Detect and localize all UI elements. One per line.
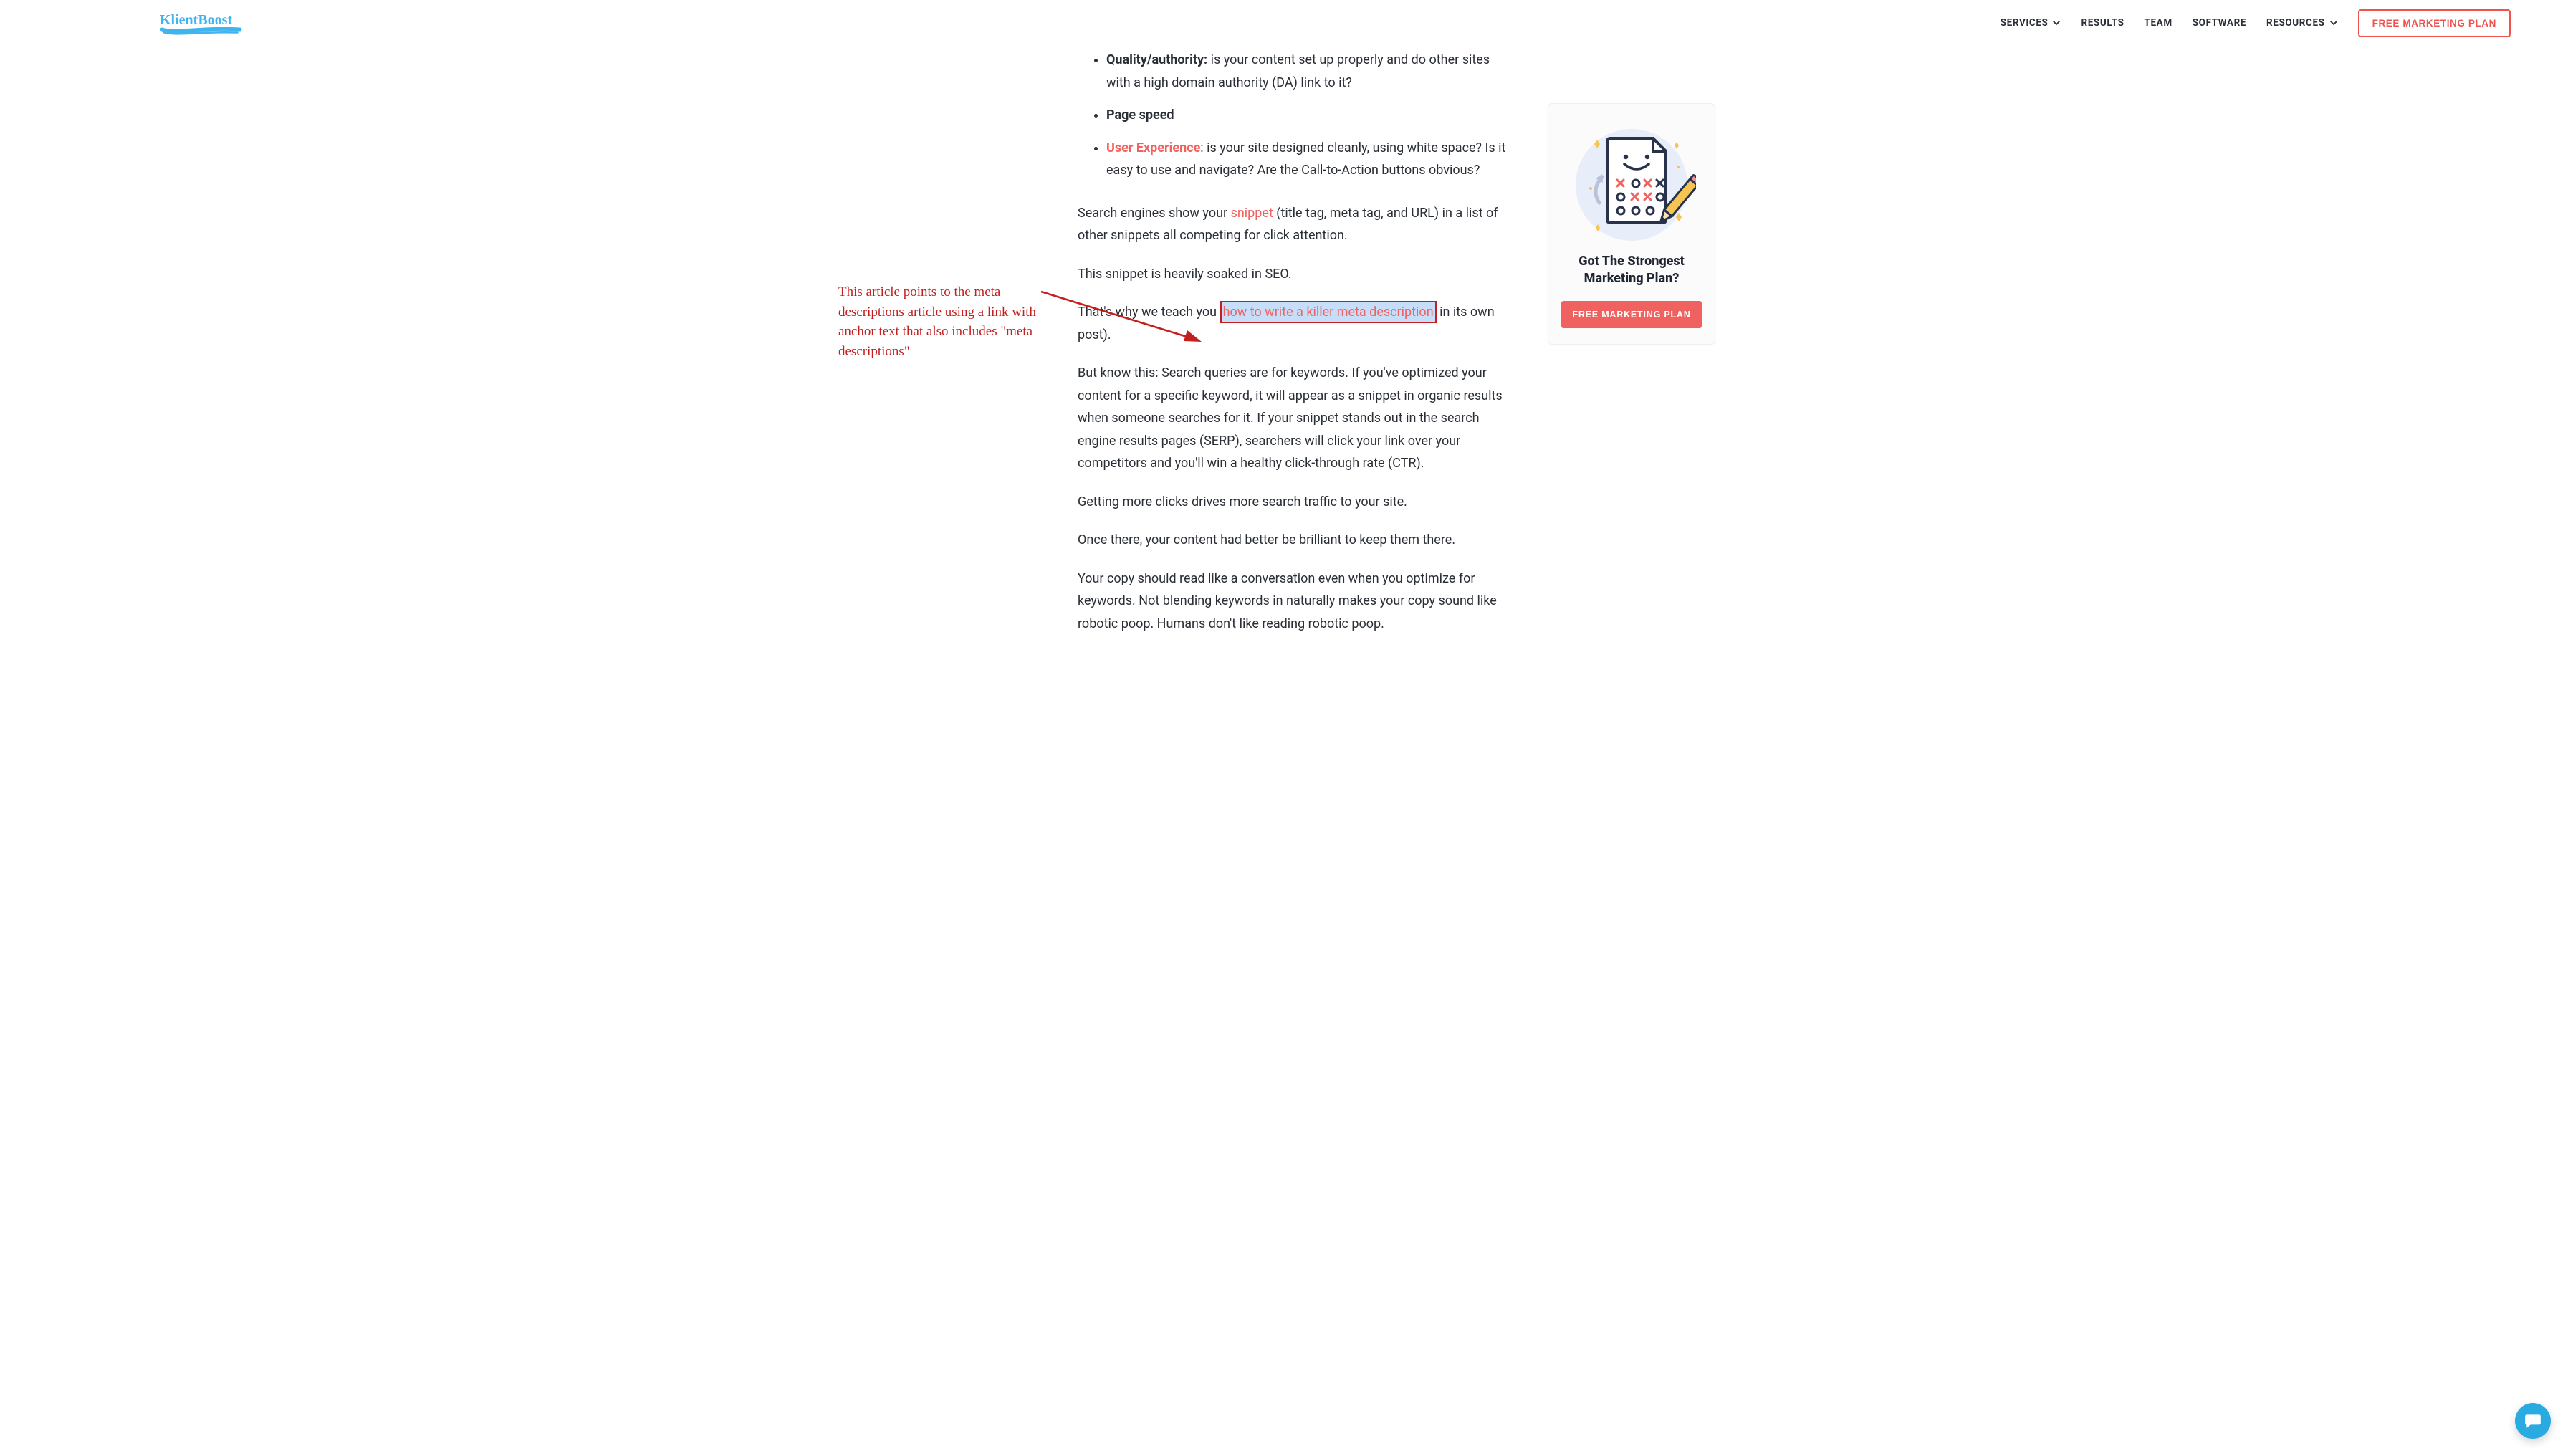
p3a: That's why we teach you — [1078, 305, 1220, 320]
nav-resources-label: RESOURCES — [2266, 17, 2325, 29]
article-body: Quality/authority: is your content set u… — [1078, 46, 1508, 635]
brand-logo-svg: KlientBoost — [160, 10, 244, 36]
user-experience-link[interactable]: User Experience — [1106, 140, 1200, 155]
page: This article points to the meta descript… — [768, 46, 1800, 635]
nav-results[interactable]: RESULTS — [2081, 17, 2124, 29]
paragraph: Your copy should read like a conversatio… — [1078, 567, 1508, 636]
chevron-down-icon — [2052, 19, 2061, 27]
nav-services[interactable]: SERVICES — [2001, 17, 2061, 29]
list-item: User Experience: is your site designed c… — [1106, 137, 1508, 182]
annotation-note: This article points to the meta descript… — [838, 282, 1046, 361]
nav-team[interactable]: TEAM — [2145, 17, 2172, 29]
user-experience-link-text: User Experience — [1106, 140, 1200, 155]
sidebar-cta-button[interactable]: FREE MARKETING PLAN — [1561, 301, 1702, 328]
playbook-illustration — [1567, 117, 1696, 246]
nav-software[interactable]: SOFTWARE — [2193, 17, 2246, 29]
topbar: KlientBoost SERVICES RESULTS TEAM SOFTWA… — [0, 0, 2568, 46]
nav-resources[interactable]: RESOURCES — [2266, 17, 2338, 29]
meta-description-link[interactable]: how to write a killer meta description — [1220, 301, 1437, 323]
chat-icon — [2524, 1412, 2542, 1430]
paragraph: But know this: Search queries are for ke… — [1078, 362, 1508, 475]
chevron-down-icon — [2329, 19, 2338, 27]
list-item: Quality/authority: is your content set u… — [1106, 49, 1508, 94]
bullet-page-speed: Page speed — [1106, 107, 1174, 123]
brand-logo[interactable]: KlientBoost — [160, 10, 244, 36]
sidebar-card: Got The Strongest Marketing Plan? FREE M… — [1548, 103, 1715, 345]
list-item: Page speed — [1106, 104, 1508, 127]
paragraph: Search engines show your snippet (title … — [1078, 202, 1508, 247]
nav-results-label: RESULTS — [2081, 17, 2124, 29]
sidebar-title: Got The Strongest Marketing Plan? — [1561, 253, 1702, 288]
nav-software-label: SOFTWARE — [2193, 17, 2246, 29]
bullet-quality-bold: Quality/authority: — [1106, 52, 1207, 67]
paragraph: Getting more clicks drives more search t… — [1078, 491, 1508, 514]
svg-text:KlientBoost: KlientBoost — [160, 12, 232, 28]
nav-services-label: SERVICES — [2001, 17, 2049, 29]
snippet-link[interactable]: snippet — [1231, 206, 1273, 221]
p1a: Search engines show your — [1078, 206, 1231, 221]
nav-cta-button[interactable]: FREE MARKETING PLAN — [2358, 9, 2511, 37]
article-bullet-list: Quality/authority: is your content set u… — [1078, 49, 1508, 182]
main-nav: SERVICES RESULTS TEAM SOFTWARE RESOURCES… — [2001, 9, 2511, 37]
paragraph: This snippet is heavily soaked in SEO. — [1078, 263, 1508, 286]
chat-launcher[interactable] — [2515, 1403, 2551, 1439]
nav-team-label: TEAM — [2145, 17, 2172, 29]
paragraph: That's why we teach you how to write a k… — [1078, 301, 1508, 346]
paragraph: Once there, your content had better be b… — [1078, 529, 1508, 552]
